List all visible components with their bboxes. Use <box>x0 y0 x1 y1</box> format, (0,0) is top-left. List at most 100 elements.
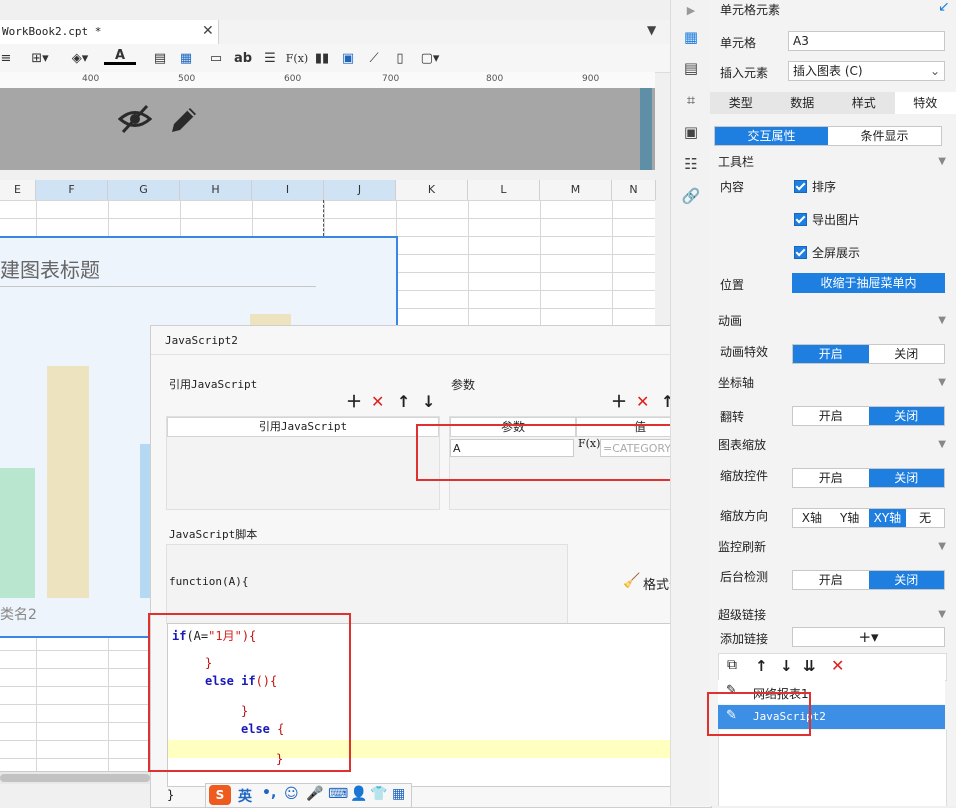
font-color-icon[interactable]: A <box>104 48 136 65</box>
band-scrollbar[interactable] <box>640 88 652 170</box>
user-icon[interactable]: 👤 <box>350 786 367 802</box>
column-header-cell[interactable]: M <box>540 180 612 200</box>
menu-lines-icon[interactable]: ≡ <box>0 48 12 68</box>
axis-section[interactable]: 坐标轴▼ <box>718 373 948 393</box>
column-header-cell[interactable]: I <box>252 180 324 200</box>
zoom-control-on[interactable]: 开启 <box>793 469 869 487</box>
fill-color-icon[interactable]: ◈▾ <box>64 48 96 68</box>
add-icon[interactable]: ＋ <box>346 394 362 410</box>
toolbox-icon[interactable]: ▦ <box>392 786 405 802</box>
sogou-logo[interactable]: S <box>209 785 231 805</box>
zoom-dir-xy[interactable]: XY轴 <box>869 509 907 527</box>
add-param-icon[interactable]: ＋ <box>611 394 627 410</box>
align-icon[interactable]: ☰ <box>260 48 280 68</box>
bg-check-on[interactable]: 开启 <box>793 571 869 589</box>
fullscreen-checkbox[interactable]: 全屏展示 <box>794 244 860 261</box>
zoom-control-off[interactable]: 关闭 <box>869 469 945 487</box>
column-header-cell[interactable]: K <box>396 180 468 200</box>
chart-bar <box>47 366 89 598</box>
hide-eye-icon[interactable] <box>118 104 152 134</box>
broom-icon[interactable]: 🧹 <box>623 573 640 589</box>
column-header-cell[interactable]: G <box>108 180 180 200</box>
column-header-cell[interactable]: H <box>180 180 252 200</box>
checkbox-label: 排序 <box>812 178 836 195</box>
emoji-icon[interactable]: ☺ <box>284 786 299 802</box>
text-tool-icon[interactable]: ab <box>232 48 254 68</box>
sort-checkbox[interactable]: 排序 <box>794 178 836 195</box>
ime-lang[interactable]: 英 <box>238 786 252 806</box>
border-grid-icon[interactable]: ⊞▾ <box>24 48 56 68</box>
border-style-icon[interactable]: ▢▾ <box>416 48 444 68</box>
animation-off[interactable]: 关闭 <box>869 345 945 363</box>
widget-icon[interactable]: ▣ <box>681 122 701 142</box>
chart-bar <box>0 468 35 598</box>
column-header-cell[interactable]: N <box>612 180 656 200</box>
tab-type[interactable]: 类型 <box>710 92 772 114</box>
keyboard-icon[interactable]: ⌨ <box>328 786 348 802</box>
tab-effects[interactable]: 特效 <box>895 92 956 114</box>
delete-icon[interactable]: ✕ <box>831 656 844 675</box>
add-link-button[interactable]: +▾ <box>792 627 945 647</box>
flip-on[interactable]: 开启 <box>793 407 869 425</box>
move-down-icon[interactable]: ↓ <box>422 394 435 410</box>
column-header-cell[interactable]: L <box>468 180 540 200</box>
image-icon[interactable]: ▣ <box>338 48 358 68</box>
tab-menu-icon[interactable]: ▼ <box>647 23 656 37</box>
tab-style[interactable]: 样式 <box>833 92 895 114</box>
refresh-section[interactable]: 监控刷新▼ <box>718 537 948 557</box>
subtab-condition[interactable]: 条件显示 <box>828 127 941 145</box>
table-icon[interactable]: ▦ <box>176 48 196 68</box>
zoom-dir-none[interactable]: 无 <box>906 509 944 527</box>
ruler: 400 500 600 700 800 900 <box>0 72 655 89</box>
position-button[interactable]: 收缩于抽屉菜单内 <box>792 273 945 293</box>
cell-attr-icon[interactable]: ▤ <box>681 58 701 78</box>
column-header-cell[interactable]: J <box>324 180 396 200</box>
link-icon[interactable]: 🔗 <box>681 186 701 206</box>
close-tab-icon[interactable]: ✕ <box>202 23 214 39</box>
document-tab[interactable]: WorkBook2.cpt * ✕ <box>0 20 219 44</box>
chart-bar-icon[interactable]: ▮▮ <box>312 48 332 68</box>
cell-element-icon[interactable]: ▦ <box>681 27 701 47</box>
zoom-dir-y[interactable]: Y轴 <box>831 509 869 527</box>
column-header-cell[interactable]: F <box>36 180 108 200</box>
edit-pencil-icon[interactable] <box>168 104 200 136</box>
delete-icon[interactable]: ✕ <box>371 394 384 410</box>
bg-check-off[interactable]: 关闭 <box>869 571 945 589</box>
input-icon[interactable]: ▭ <box>206 48 226 68</box>
scroll-thumb[interactable] <box>0 774 150 782</box>
mic-icon[interactable]: 🎤 <box>306 786 323 802</box>
ruler-tick: 400 <box>82 74 99 84</box>
crop-icon[interactable]: ⌗ <box>681 90 701 110</box>
dock-arrow-icon[interactable]: ↙ <box>938 0 950 15</box>
toolbar-section[interactable]: 工具栏▼ <box>718 152 948 172</box>
move-down-icon[interactable]: ↓ <box>780 657 793 675</box>
move-up-icon[interactable]: ↑ <box>755 657 768 675</box>
tab-data[interactable]: 数据 <box>772 92 834 114</box>
document-tabbar: WorkBook2.cpt * ✕ ▼ <box>0 20 670 45</box>
animation-on[interactable]: 开启 <box>793 345 869 363</box>
insert-select[interactable]: 插入图表 (C)⌄ <box>788 61 945 81</box>
zoom-dir-x[interactable]: X轴 <box>793 509 831 527</box>
page-icon[interactable]: ▯ <box>390 48 410 68</box>
column-header-cell[interactable]: E <box>0 180 36 200</box>
subtab-interaction[interactable]: 交互属性 <box>715 127 828 145</box>
ref-js-list[interactable]: 引用JavaScript <box>166 416 440 510</box>
slash-icon[interactable]: ⟋ <box>364 48 384 68</box>
move-up-icon[interactable]: ↑ <box>397 394 410 410</box>
cell-input[interactable]: A3 <box>788 31 945 51</box>
sheet-icon[interactable]: ▤ <box>150 48 170 68</box>
zoom-section[interactable]: 图表缩放▼ <box>718 435 948 455</box>
copy-icon[interactable]: ⧉ <box>727 657 737 673</box>
condition-icon[interactable]: ☷ <box>681 154 701 174</box>
export-image-checkbox[interactable]: 导出图片 <box>794 211 860 228</box>
flip-off[interactable]: 关闭 <box>869 407 945 425</box>
skin-icon[interactable]: 👕 <box>370 786 387 802</box>
animation-section[interactable]: 动画▼ <box>718 311 948 331</box>
panel-tabs: 类型 数据 样式 特效 <box>710 92 956 114</box>
delete-param-icon[interactable]: ✕ <box>636 394 649 410</box>
hyperlink-section[interactable]: 超级链接▼ <box>718 605 948 625</box>
collapse-arrow-icon[interactable]: ▶ <box>681 0 701 20</box>
formula-icon[interactable]: F(x) <box>284 48 310 68</box>
ime-punct[interactable]: •, <box>262 785 276 801</box>
sort-icon[interactable]: ⇊ <box>803 657 816 675</box>
